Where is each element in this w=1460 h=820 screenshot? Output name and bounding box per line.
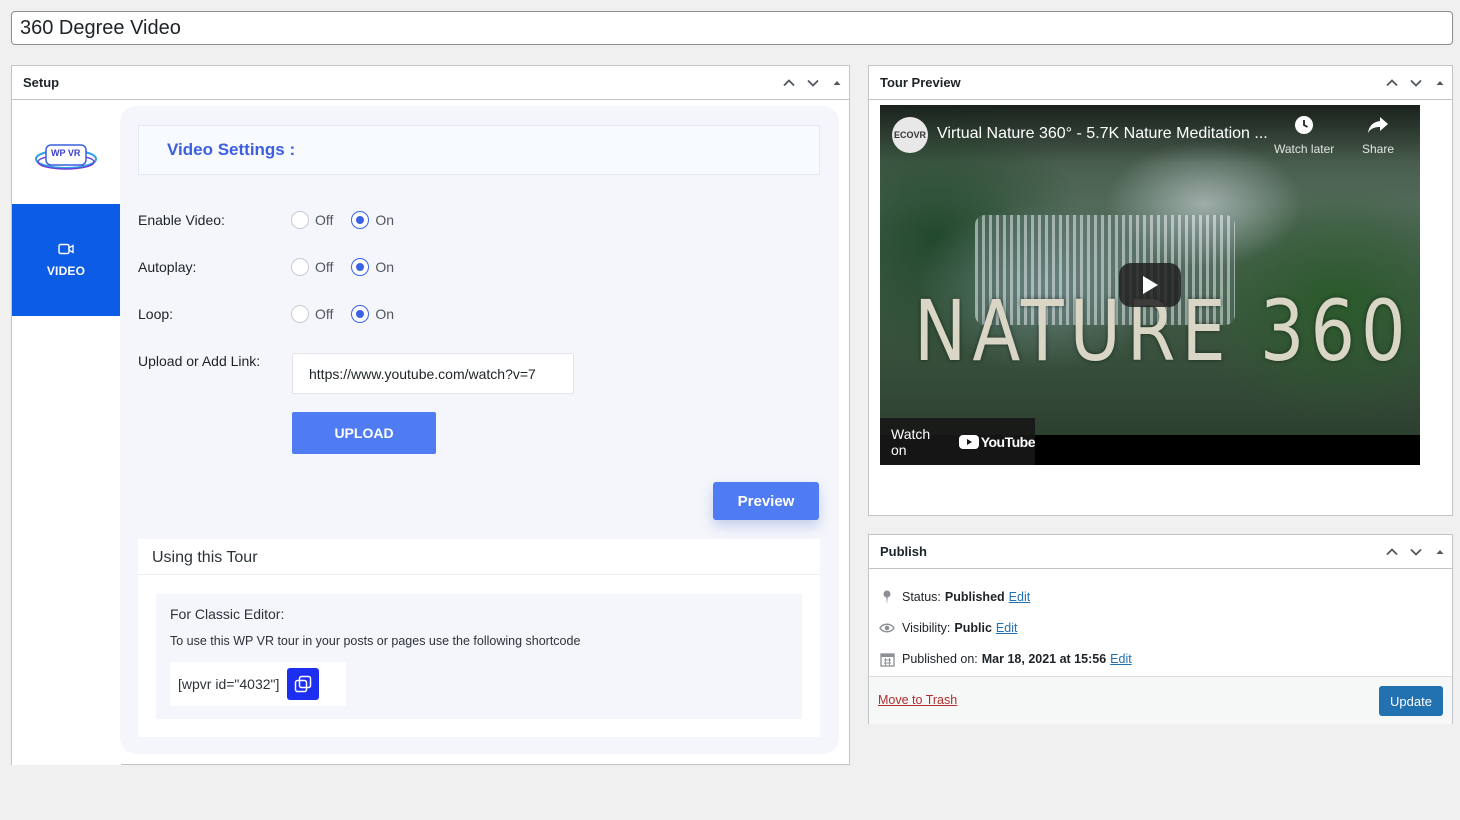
clock-icon bbox=[1295, 116, 1314, 134]
calendar-icon bbox=[879, 651, 895, 667]
upload-button[interactable]: UPLOAD bbox=[292, 412, 436, 454]
post-title-input[interactable] bbox=[11, 11, 1453, 45]
tour-preview-header: Tour Preview bbox=[869, 66, 1452, 100]
enable-video-on-radio[interactable] bbox=[351, 211, 370, 229]
share-icon bbox=[1368, 117, 1389, 133]
move-down-icon[interactable] bbox=[1404, 66, 1428, 100]
copy-icon bbox=[295, 675, 312, 693]
move-to-trash-link[interactable]: Move to Trash bbox=[878, 693, 957, 707]
status-value: Published bbox=[944, 590, 1005, 604]
video-settings-heading: Video Settings : bbox=[167, 140, 296, 159]
loop-label: Loop: bbox=[138, 306, 174, 322]
move-up-icon[interactable] bbox=[1380, 66, 1404, 100]
channel-avatar[interactable]: ECOVR bbox=[892, 117, 928, 153]
setup-header: Setup bbox=[12, 66, 849, 100]
move-up-icon[interactable] bbox=[1380, 535, 1404, 569]
move-down-icon[interactable] bbox=[1404, 535, 1428, 569]
share-button[interactable]: Share bbox=[1362, 115, 1394, 156]
publish-actions: Move to Trash Update bbox=[869, 676, 1452, 724]
youtube-video-title[interactable]: Virtual Nature 360° - 5.7K Nature Medita… bbox=[937, 125, 1268, 143]
autoplay-radio-group: Off On bbox=[291, 258, 394, 276]
autoplay-on-radio[interactable] bbox=[351, 258, 370, 276]
play-button[interactable] bbox=[1119, 263, 1181, 307]
collapse-toggle-icon[interactable] bbox=[825, 66, 849, 100]
tour-preview-title: Tour Preview bbox=[880, 75, 961, 90]
published-on-edit-link[interactable]: Edit bbox=[1110, 652, 1132, 666]
status-edit-link[interactable]: Edit bbox=[1009, 590, 1031, 604]
move-up-icon[interactable] bbox=[777, 66, 801, 100]
play-icon bbox=[1143, 276, 1158, 294]
watch-later-label: Watch later bbox=[1274, 142, 1335, 156]
visibility-value: Public bbox=[954, 621, 992, 635]
collapse-toggle-icon[interactable] bbox=[1428, 535, 1452, 569]
enable-video-on-label[interactable]: On bbox=[375, 212, 394, 228]
visibility-label: Visibility: bbox=[902, 621, 951, 635]
copy-shortcode-button[interactable] bbox=[287, 668, 320, 700]
autoplay-on-label[interactable]: On bbox=[375, 259, 394, 275]
watch-on-label: Watch on bbox=[891, 425, 931, 458]
youtube-play-icon bbox=[958, 434, 979, 449]
wpvr-logo: WP VR bbox=[34, 138, 98, 174]
collapse-toggle-icon[interactable] bbox=[1428, 66, 1452, 100]
video-settings-header: Video Settings : bbox=[138, 125, 820, 175]
visibility-row: Visibility: Public Edit bbox=[879, 620, 1017, 636]
loop-radio-group: Off On bbox=[291, 305, 394, 323]
setup-main-panel: Video Settings : Enable Video: Off On Au… bbox=[120, 106, 839, 754]
preview-button[interactable]: Preview bbox=[713, 482, 819, 520]
update-button[interactable]: Update bbox=[1379, 686, 1443, 716]
youtube-embed[interactable]: ECOVR Virtual Nature 360° - 5.7K Nature … bbox=[880, 105, 1420, 465]
tab-video[interactable]: VIDEO bbox=[12, 204, 120, 316]
share-label: Share bbox=[1362, 142, 1395, 156]
shortcode-field: [wpvr id="4032"] bbox=[170, 662, 346, 706]
publish-header: Publish bbox=[869, 535, 1452, 569]
wpvr-logo-text: WP VR bbox=[51, 148, 81, 158]
video-camera-icon bbox=[58, 243, 74, 255]
published-on-row: Published on: Mar 18, 2021 at 15:56 Edit bbox=[879, 651, 1132, 667]
upload-link-label: Upload or Add Link: bbox=[138, 353, 261, 369]
pin-icon bbox=[879, 589, 895, 605]
status-row: Status: Published Edit bbox=[879, 589, 1030, 605]
move-down-icon[interactable] bbox=[801, 66, 825, 100]
classic-editor-box: For Classic Editor: To use this WP VR to… bbox=[156, 594, 802, 719]
youtube-logo: YouTube bbox=[958, 433, 1036, 450]
enable-video-off-radio[interactable] bbox=[291, 211, 309, 229]
watch-on-youtube-button[interactable]: Watch on YouTube bbox=[880, 418, 1036, 465]
youtube-wordmark: YouTube bbox=[980, 433, 1036, 450]
tab-video-label: VIDEO bbox=[46, 264, 86, 278]
status-label: Status: bbox=[902, 590, 941, 604]
setup-title: Setup bbox=[23, 75, 60, 90]
visibility-edit-link[interactable]: Edit bbox=[996, 621, 1018, 635]
autoplay-off-label[interactable]: Off bbox=[315, 259, 333, 275]
tour-preview-postbox: Tour Preview ECOVR Virtual Nature 360° -… bbox=[868, 65, 1453, 516]
eye-icon bbox=[879, 620, 895, 636]
using-this-tour-title: Using this Tour bbox=[138, 539, 820, 575]
using-this-tour-panel: Using this Tour For Classic Editor: To u… bbox=[138, 539, 820, 737]
enable-video-off-label[interactable]: Off bbox=[315, 212, 333, 228]
enable-video-radio-group: Off On bbox=[291, 211, 394, 229]
autoplay-off-radio[interactable] bbox=[291, 258, 309, 276]
publish-postbox: Publish Status: Published Edit Visibilit… bbox=[868, 534, 1453, 724]
classic-editor-title: For Classic Editor: bbox=[170, 606, 285, 622]
loop-on-radio[interactable] bbox=[351, 305, 370, 323]
video-url-input[interactable] bbox=[292, 353, 574, 394]
setup-sidebar: WP VR VIDEO bbox=[12, 100, 121, 765]
shortcode-text[interactable]: [wpvr id="4032"] bbox=[178, 676, 279, 692]
setup-postbox: Setup WP VR VIDEO Video Settings: Enabl… bbox=[11, 65, 850, 765]
autoplay-label: Autoplay: bbox=[138, 259, 197, 275]
loop-off-label[interactable]: Off bbox=[315, 306, 333, 322]
published-on-value: Mar 18, 2021 at 15:56 bbox=[981, 652, 1107, 666]
enable-video-label: Enable Video: bbox=[138, 212, 225, 228]
publish-title: Publish bbox=[880, 544, 927, 559]
watch-later-button[interactable]: Watch later bbox=[1274, 115, 1334, 156]
loop-off-radio[interactable] bbox=[291, 305, 309, 323]
loop-on-label[interactable]: On bbox=[375, 306, 394, 322]
classic-editor-description: To use this WP VR tour in your posts or … bbox=[170, 634, 581, 648]
published-on-label: Published on: bbox=[902, 652, 978, 666]
